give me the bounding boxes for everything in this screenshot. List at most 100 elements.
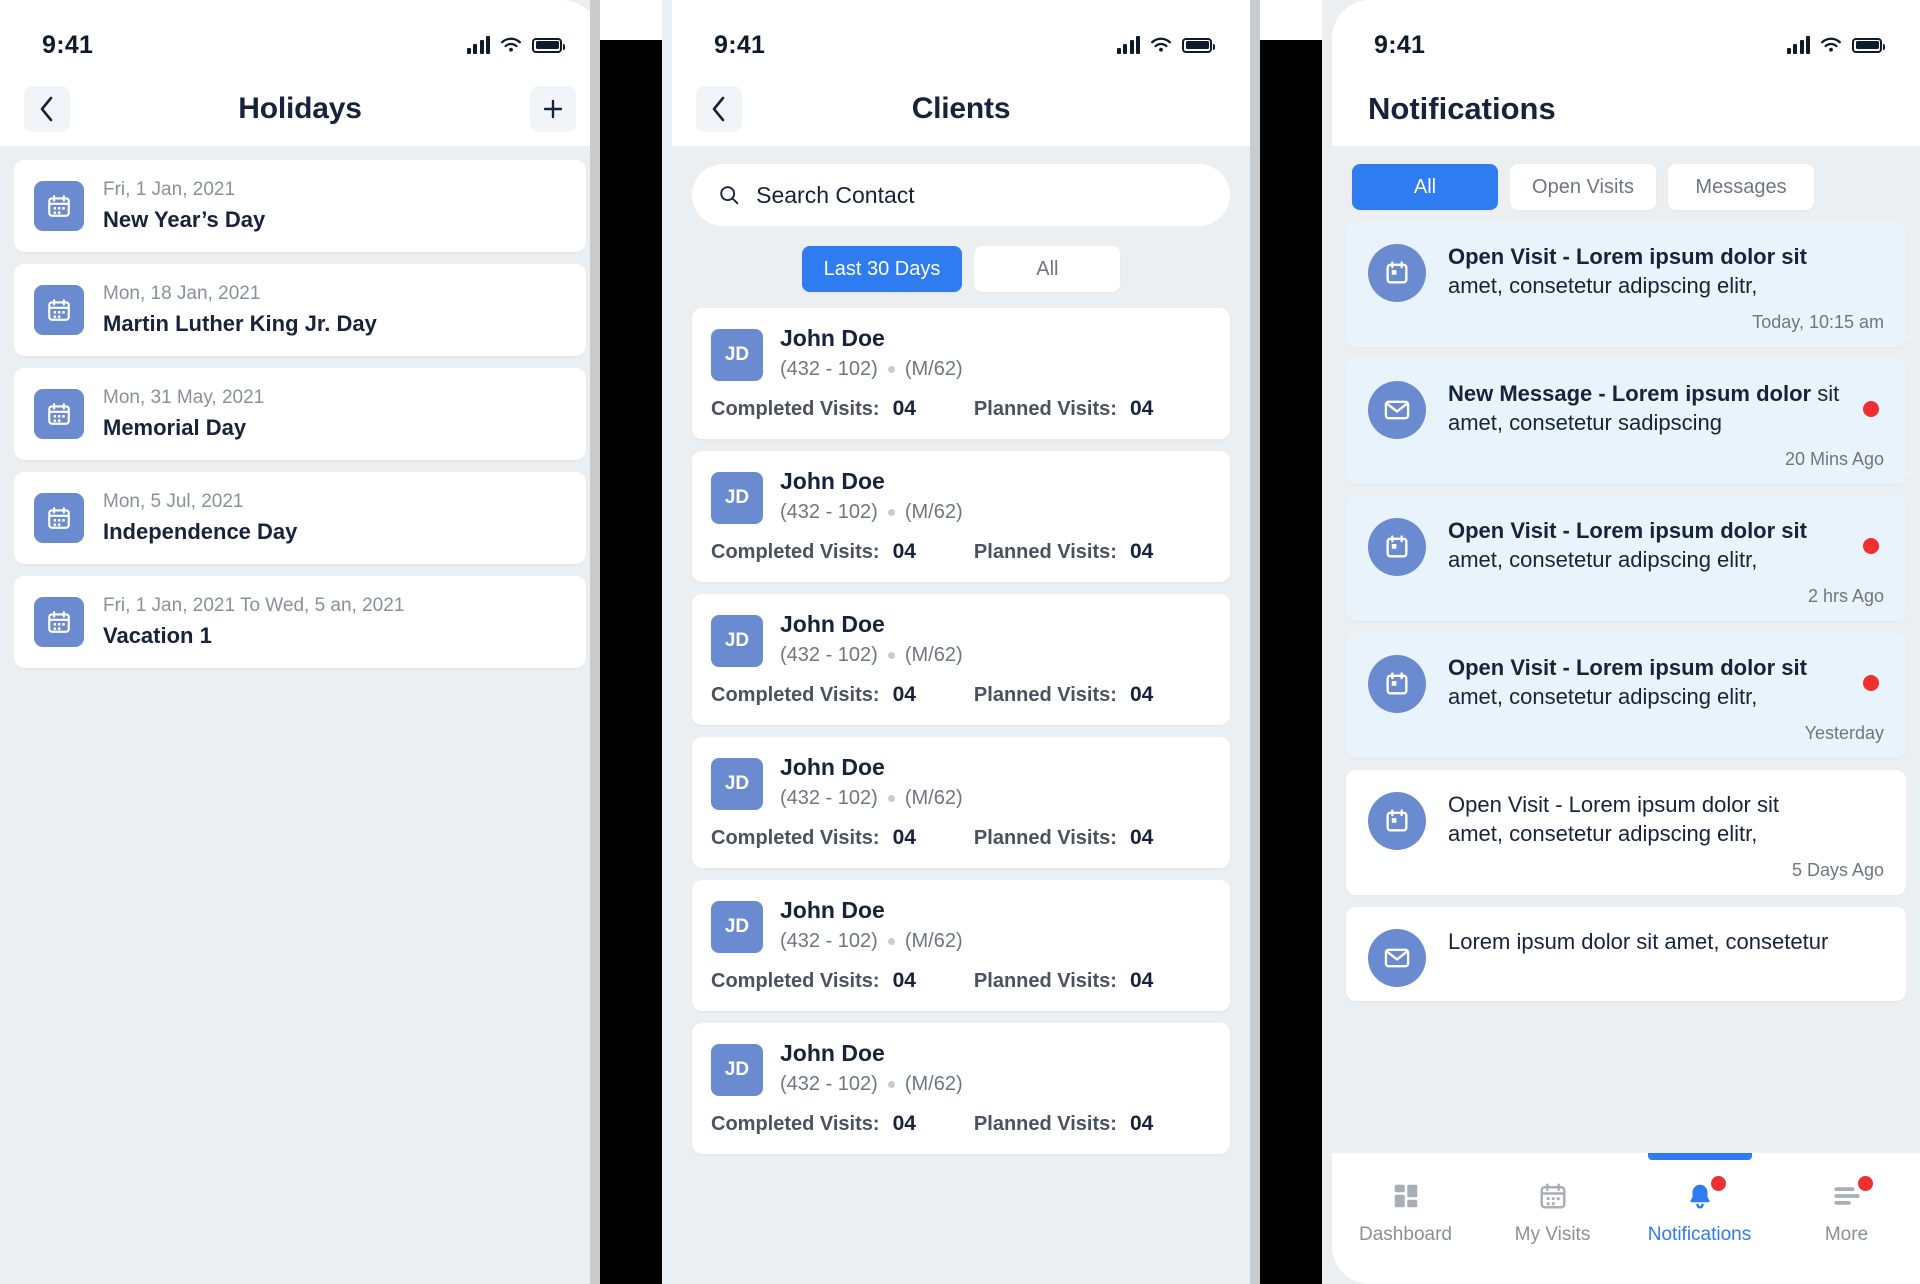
client-card[interactable]: JD John Doe (432 - 102) (M/62) Completed Vis… [692, 737, 1230, 868]
phone-edge-right [1250, 0, 1260, 1284]
add-holiday-button[interactable] [530, 86, 576, 132]
calendar-icon [48, 403, 70, 425]
back-button[interactable] [24, 86, 70, 132]
client-meta: (432 - 102) (M/62) [780, 644, 963, 667]
notification-body: amet, consetetur adipscing elitr, [1448, 684, 1758, 710]
client-card-header: JD John Doe (432 - 102) (M/62) [711, 611, 1211, 667]
client-card[interactable]: JD John Doe (432 - 102) (M/62) Completed Vis… [692, 308, 1230, 439]
cellular-signal-icon [1786, 36, 1810, 54]
client-card[interactable]: JD John Doe (432 - 102) (M/62) Completed Vis… [692, 594, 1230, 725]
search-input[interactable] [756, 181, 1204, 209]
stat-completed: Completed Visits: 04 [711, 397, 916, 421]
status-time: 9:41 [1374, 30, 1426, 59]
wifi-icon [501, 37, 521, 52]
notification-filter-all[interactable]: All [1352, 164, 1498, 210]
holidays-navbar: Holidays [0, 72, 600, 146]
holiday-list: Fri, 1 Jan, 2021 New Year’s Day Mon, 18 Ja… [0, 146, 600, 668]
tab-notification-dot [1710, 1176, 1726, 1191]
holiday-date: Mon, 31 May, 2021 [103, 387, 265, 408]
screenshot-stage: 9:41 Holidays Fri, 1 Jan, 2021 New Year’… [0, 0, 1920, 1284]
client-stats: Completed Visits: 04 Planned Visits: 04 [711, 1112, 1211, 1136]
stat-label-planned: Planned Visits: [973, 397, 1117, 420]
status-bar: 9:41 [0, 0, 600, 72]
client-card[interactable]: JD John Doe (432 - 102) (M/62) Completed Vis… [692, 880, 1230, 1011]
client-card-header: JD John Doe (432 - 102) (M/62) [711, 325, 1211, 381]
tab-icon-wrap [1391, 1179, 1421, 1213]
stat-value-planned: 04 [1129, 397, 1154, 420]
notification-time: 2 hrs Ago [1807, 586, 1884, 606]
client-name: John Doe [780, 897, 885, 923]
stat-planned: Planned Visits: 04 [974, 683, 1153, 707]
bezel-cap-1 [600, 0, 662, 40]
battery-icon [1182, 37, 1215, 53]
client-card[interactable]: JD John Doe (432 - 102) (M/62) Completed Vis… [692, 451, 1230, 582]
notification-text: Open Visit - Lorem ipsum dolor sit amet,… [1448, 516, 1840, 576]
stat-label-planned: Planned Visits: [973, 969, 1117, 992]
holiday-name: Vacation 1 [103, 623, 212, 648]
holiday-text: Mon, 5 Jul, 2021 Independence Day [103, 491, 297, 545]
client-demographics: (M/62) [904, 501, 963, 523]
stat-value-planned: 04 [1129, 540, 1154, 563]
client-meta: (432 - 102) (M/62) [780, 787, 963, 810]
holiday-name: Independence Day [103, 519, 298, 544]
search-bar[interactable] [692, 164, 1230, 226]
bezel-cap-2 [1260, 0, 1322, 40]
holidays-body: Fri, 1 Jan, 2021 New Year’s Day Mon, 18 Ja… [0, 146, 600, 1284]
avatar: JD [711, 758, 763, 810]
notification-item[interactable]: Open Visit - Lorem ipsum dolor sit amet,… [1346, 770, 1906, 895]
separator-dot [887, 652, 895, 659]
client-card-header: JD John Doe (432 - 102) (M/62) [711, 1040, 1211, 1096]
tab-icon-wrap [1832, 1176, 1873, 1213]
stat-value-completed: 04 [892, 683, 916, 706]
battery-icon [532, 37, 565, 53]
holiday-card[interactable]: Fri, 1 Jan, 2021 New Year’s Day [14, 160, 586, 252]
client-id: (432 - 102) [780, 501, 878, 523]
client-list: JD John Doe (432 - 102) (M/62) Completed Vis… [672, 292, 1250, 1154]
holiday-card[interactable]: Mon, 18 Jan, 2021 Martin Luther King Jr. … [14, 264, 586, 356]
stat-completed: Completed Visits: 04 [711, 540, 916, 564]
notification-item[interactable]: New Message - Lorem ipsum dolor sit amet… [1346, 359, 1906, 484]
client-filter-last-30-days[interactable]: Last 30 Days [801, 246, 963, 292]
holiday-date: Fri, 1 Jan, 2021 [103, 179, 236, 200]
phone-clients: 9:41 Clients Search Contact Last 30 Days… [600, 0, 1260, 1284]
client-id: (432 - 102) [780, 930, 878, 952]
notification-item[interactable]: Open Visit - Lorem ipsum dolor sit amet,… [1346, 496, 1906, 621]
unread-badge [1858, 379, 1884, 439]
notification-filter-open-visits[interactable]: Open Visits [1510, 164, 1656, 210]
holiday-name: New Year’s Day [103, 207, 266, 232]
holiday-card[interactable]: Mon, 5 Jul, 2021 Independence Day [14, 472, 586, 564]
battery-icon [1852, 37, 1885, 53]
client-filter-all[interactable]: All [974, 246, 1121, 292]
calendar-icon [48, 195, 70, 217]
notification-item[interactable]: Open Visit - Lorem ipsum dolor sit amet,… [1346, 222, 1906, 347]
holiday-card[interactable]: Mon, 31 May, 2021 Memorial Day [14, 368, 586, 460]
notification-title: Open Visit - Lorem ipsum dolor sit [1448, 518, 1807, 543]
calendar-simple-icon [1386, 261, 1408, 284]
client-name: John Doe [780, 754, 885, 780]
notification-body: amet, consetetur adipscing elitr, [1448, 273, 1758, 299]
notification-icon-circle [1368, 518, 1426, 576]
stat-value-completed: 04 [892, 397, 916, 420]
tab-label: More [1824, 1224, 1869, 1245]
phone-edge-left [590, 0, 600, 1284]
client-meta: (432 - 102) (M/62) [780, 930, 963, 953]
tab-my-visits[interactable]: My Visits [1479, 1179, 1626, 1246]
tab-more[interactable]: More [1773, 1176, 1920, 1246]
notification-item[interactable]: Lorem ipsum dolor sit amet, consetetur [1346, 907, 1906, 1001]
separator-dot [887, 938, 895, 945]
tab-notifications[interactable]: Notifications [1626, 1153, 1773, 1246]
stat-planned: Planned Visits: 04 [974, 540, 1153, 564]
stat-label-completed: Completed Visits: [711, 540, 880, 563]
back-button[interactable] [696, 86, 742, 132]
client-card[interactable]: JD John Doe (432 - 102) (M/62) Completed Vis… [692, 1023, 1230, 1154]
stat-label-planned: Planned Visits: [973, 1112, 1117, 1135]
tab-dashboard[interactable]: Dashboard [1332, 1179, 1479, 1246]
holiday-card[interactable]: Fri, 1 Jan, 2021 To Wed, 5 an, 2021 Vacat… [14, 576, 586, 668]
notification-title: Open Visit - Lorem ipsum dolor sit [1448, 655, 1807, 680]
calendar-icon [48, 299, 70, 321]
client-id: (432 - 102) [780, 644, 878, 666]
client-stats: Completed Visits: 04 Planned Visits: 04 [711, 826, 1211, 850]
notification-title: Open Visit - Lorem ipsum dolor sit [1448, 244, 1807, 269]
notification-filter-messages[interactable]: Messages [1668, 164, 1814, 210]
notification-item[interactable]: Open Visit - Lorem ipsum dolor sit amet,… [1346, 633, 1906, 758]
